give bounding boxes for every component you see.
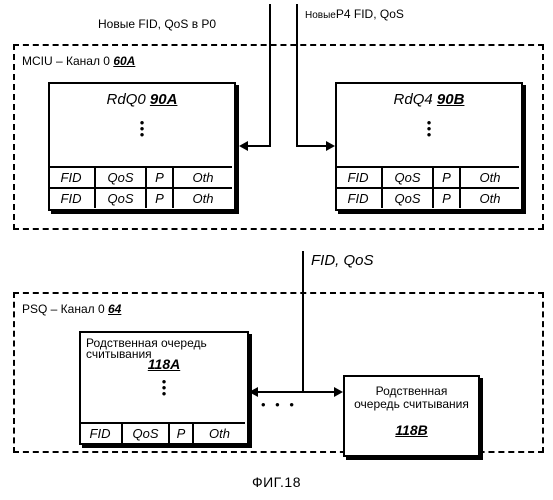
cell-fid: FID <box>335 189 383 208</box>
queue-ref-90b: 90B <box>436 91 465 108</box>
dot: • <box>161 386 167 401</box>
table-row: FID QoS P Oth <box>48 166 232 187</box>
queue-title-rdq0: RdQ0 90A <box>50 91 234 108</box>
connector-line-rdq0-vertical <box>269 4 271 147</box>
queue-title-118b-line2: очередь считывания <box>354 397 469 411</box>
cell-fid: FID <box>335 168 383 187</box>
cell-fid: FID <box>79 424 123 443</box>
queue-ref-118a: 118A <box>147 356 181 372</box>
cell-qos: QoS <box>96 189 147 208</box>
queue-title-rdq0-text: RdQ0 <box>106 91 150 108</box>
callout-new-p4-prefix: Новые <box>305 10 336 21</box>
queue-title-rdq4: RdQ4 90B <box>337 91 521 108</box>
connector-line-rdq4-vertical <box>296 4 298 147</box>
group-label-mciu: MCIU – Канал 0 60A <box>22 55 135 67</box>
cell-p: P <box>170 424 194 443</box>
cell-p: P <box>147 168 174 187</box>
group-label-mciu-text: MCIU – Канал 0 <box>22 54 114 68</box>
cell-qos: QoS <box>383 189 434 208</box>
table-row: FID QoS P Oth <box>48 187 232 208</box>
dot: • <box>426 127 432 142</box>
cell-p: P <box>147 189 174 208</box>
cell-oth: Oth <box>192 170 214 185</box>
queue-vertical-dots-rdq0: • • • <box>50 116 234 142</box>
table-row: FID QoS P Oth <box>79 422 245 443</box>
ellipsis-between-sibling-queues: • • • <box>261 397 297 412</box>
cell-p: P <box>434 168 461 187</box>
group-label-psq-text: PSQ – Канал 0 <box>22 302 108 316</box>
callout-new-p4-main: P4 FID, QoS <box>335 7 404 21</box>
connector-line-sibling-bidirectional <box>258 391 341 393</box>
cell-p: P <box>434 189 461 208</box>
arrowhead-into-118a <box>249 387 258 397</box>
cell-oth: Oth <box>192 191 214 206</box>
cell-oth: Oth <box>209 426 230 441</box>
callout-fid-qos: FID, QoS <box>311 252 374 269</box>
cell-fid: FID <box>48 189 96 208</box>
callout-new-fid-qos-p0: Новые FID, QoS в P0 <box>98 17 217 31</box>
queue-title-rdq4-text: RdQ4 <box>393 91 437 108</box>
connector-line-fid-qos-vertical <box>302 251 304 393</box>
group-ref-64: 64 <box>108 302 122 316</box>
queue-vertical-dots-rdq4: • • • <box>337 116 521 142</box>
callout-new-p4-fid-qos: НовыеP4 FID, QoS <box>305 8 404 21</box>
queue-box-sibling-read-118b: Родственная очередь считывания 118B <box>343 375 480 457</box>
table-row: FID QoS P Oth <box>335 166 519 187</box>
cell-oth: Oth <box>479 170 501 185</box>
arrowhead-into-118b <box>334 387 343 397</box>
queue-ref-118b-wrap: 118B <box>345 422 478 438</box>
group-ref-60a: 60A <box>113 54 136 68</box>
cell-qos: QoS <box>123 424 170 443</box>
queue-ref-90a: 90A <box>149 91 178 108</box>
connector-line-rdq0-horizontal <box>248 145 271 147</box>
figure-canvas: Новые FID, QoS в P0 НовыеP4 FID, QoS MCI… <box>0 0 553 500</box>
table-row: FID QoS P Oth <box>335 187 519 208</box>
queue-ref-118b: 118B <box>395 422 428 438</box>
group-label-psq: PSQ – Канал 0 64 <box>22 303 121 315</box>
dot: • <box>139 127 145 142</box>
figure-caption: ФИГ.18 <box>251 474 302 490</box>
arrowhead-into-rdq4 <box>326 141 335 151</box>
cell-qos: QoS <box>96 168 147 187</box>
cell-fid: FID <box>48 168 96 187</box>
cell-oth: Oth <box>479 191 501 206</box>
cell-qos: QoS <box>383 168 434 187</box>
connector-line-rdq4-horizontal <box>296 145 326 147</box>
queue-vertical-dots-118a: • • • <box>81 375 247 401</box>
arrowhead-into-rdq0 <box>239 141 248 151</box>
queue-ref-118a-wrap: 118A <box>81 356 247 372</box>
